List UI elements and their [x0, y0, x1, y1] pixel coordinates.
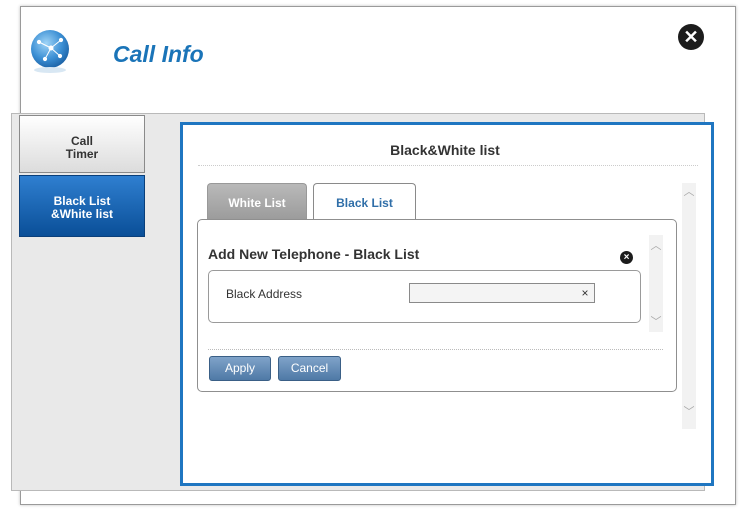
sidebar-item-label: &White list: [51, 207, 113, 221]
cancel-button[interactable]: Cancel: [278, 356, 341, 381]
chevron-up-icon[interactable]: ︿: [649, 237, 663, 253]
window-title: Call Info: [113, 41, 204, 67]
chevron-up-icon[interactable]: ︿: [682, 183, 696, 199]
sidebar-item-black-white-list[interactable]: Black List &White list: [19, 175, 145, 237]
sidebar-item-call-timer[interactable]: Call Timer: [19, 115, 145, 173]
tab-white-list[interactable]: White List: [207, 183, 307, 220]
sidebar-item-label: Timer: [65, 147, 99, 161]
clear-input-icon[interactable]: ×: [578, 284, 592, 302]
chevron-down-icon[interactable]: ﹀: [682, 403, 696, 419]
close-icon[interactable]: ✕: [678, 24, 704, 50]
panel-title: Black&White list: [390, 142, 500, 158]
apply-button[interactable]: Apply: [209, 356, 271, 381]
chevron-down-icon[interactable]: ﹀: [649, 313, 663, 329]
panel-scrollbar[interactable]: [682, 183, 696, 429]
black-address-label: Black Address: [226, 287, 303, 301]
divider: [198, 165, 698, 166]
form-title: Add New Telephone - Black List: [208, 246, 420, 262]
tab-black-list[interactable]: Black List: [313, 183, 416, 222]
globe-logo-icon: [31, 30, 69, 73]
divider: [208, 349, 663, 350]
black-address-input[interactable]: [409, 283, 595, 303]
form-close-icon[interactable]: ×: [620, 251, 633, 264]
